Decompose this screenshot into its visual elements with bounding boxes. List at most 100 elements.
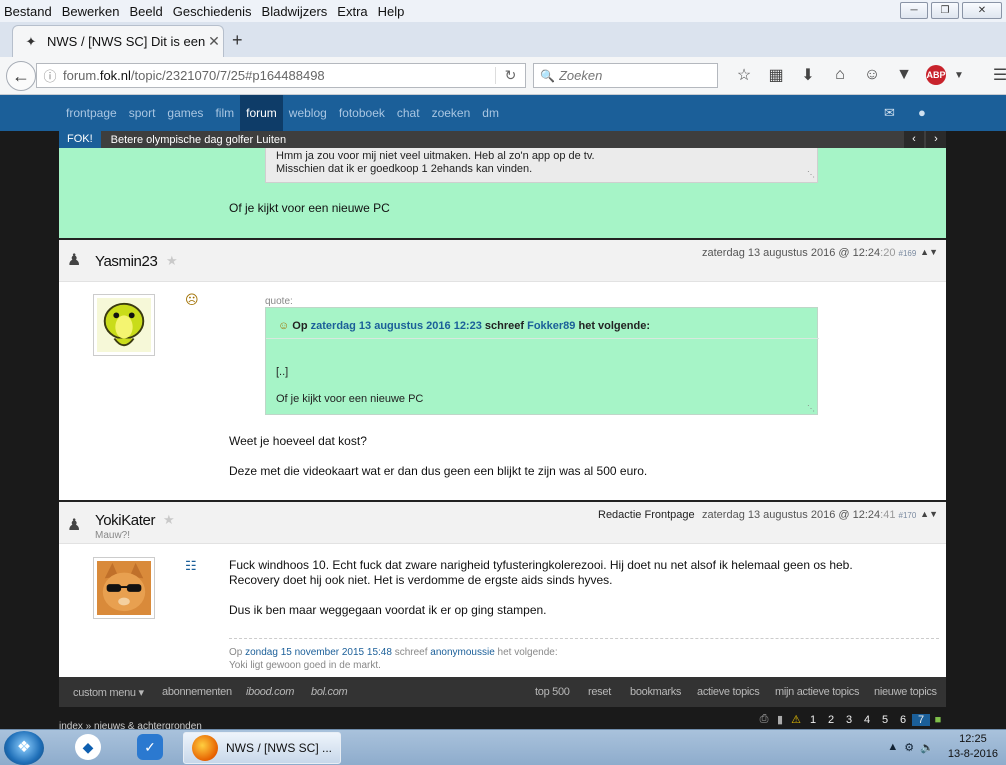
- post-text: Fuck windhoos 10. Echt fuck dat zware na…: [229, 558, 853, 572]
- nav-zoeken[interactable]: zoeken: [426, 95, 477, 131]
- browser-tab[interactable]: ✦ NWS / [NWS SC] Dit is een ... ✕: [12, 25, 224, 57]
- bookmark-icon[interactable]: ▮: [772, 713, 788, 726]
- page-4[interactable]: 4: [858, 714, 876, 726]
- footer-reset[interactable]: reset: [588, 686, 611, 698]
- updown-icon[interactable]: ▲▼: [920, 509, 938, 519]
- signature-user-link[interactable]: anonymoussie: [430, 647, 494, 658]
- quote-box: ☺ Op zaterdag 13 augustus 2016 12:23 sch…: [265, 307, 819, 415]
- menu-extra[interactable]: Extra: [337, 4, 367, 19]
- sync-app-taskbar-icon[interactable]: ✓: [122, 733, 178, 763]
- footer-ibood[interactable]: ibood.com: [246, 686, 294, 698]
- ticker-next-icon[interactable]: ›: [926, 131, 946, 148]
- reading-list-icon[interactable]: ▦: [760, 65, 792, 85]
- new-tab-button[interactable]: +: [232, 30, 243, 51]
- page-5[interactable]: 5: [876, 714, 894, 726]
- bookmark-star-icon[interactable]: ☆: [728, 65, 760, 85]
- menu-bestand[interactable]: Bestand: [4, 4, 52, 19]
- page-7-current[interactable]: 7: [912, 713, 930, 726]
- footer-mijn-actieve-topics[interactable]: mijn actieve topics: [775, 686, 859, 698]
- search-bar[interactable]: 🔍: [533, 63, 718, 88]
- home-icon[interactable]: ⌂: [824, 66, 856, 84]
- messages-icon[interactable]: ●: [918, 105, 926, 120]
- url-bar[interactable]: ⓘ forum.fok.nl/topic/2321070/7/25#p16448…: [36, 63, 526, 88]
- resize-handle-icon[interactable]: ⋱: [807, 404, 815, 413]
- adblock-icon[interactable]: ABP: [926, 65, 946, 85]
- close-window-button[interactable]: ✕: [962, 2, 1002, 19]
- mail-icon[interactable]: ✉: [884, 105, 895, 121]
- quote-user-link[interactable]: Fokker89: [527, 320, 575, 332]
- footer-top500[interactable]: top 500: [535, 686, 570, 698]
- next-page-icon[interactable]: ■: [930, 714, 946, 726]
- menu-bewerken[interactable]: Bewerken: [62, 4, 120, 19]
- star-icon[interactable]: ★: [163, 512, 175, 528]
- hamburger-menu-icon[interactable]: ☰: [984, 65, 1006, 85]
- user-offline-icon: ♟: [67, 517, 82, 534]
- page-6[interactable]: 6: [894, 714, 912, 726]
- start-button[interactable]: ❖: [4, 731, 44, 765]
- teamviewer-taskbar-icon[interactable]: ◆: [60, 733, 116, 763]
- page-3[interactable]: 3: [840, 714, 858, 726]
- nav-dm[interactable]: dm: [476, 95, 505, 131]
- resize-handle-icon[interactable]: ⋱: [807, 168, 815, 181]
- reload-icon[interactable]: ↻: [495, 67, 525, 84]
- menu-geschiedenis[interactable]: Geschiedenis: [173, 4, 252, 19]
- maximize-button[interactable]: ❐: [931, 2, 959, 19]
- clock[interactable]: 12:25 13-8-2016: [948, 732, 998, 762]
- quote-date-link[interactable]: zaterdag 13 augustus 2016 12:23: [311, 320, 482, 332]
- minimize-button[interactable]: ─: [900, 2, 928, 19]
- pocket-icon[interactable]: ▼: [888, 66, 920, 84]
- ticker-headline[interactable]: Betere olympische dag golfer Luiten: [111, 134, 287, 146]
- back-button[interactable]: ←: [6, 61, 36, 91]
- firefox-taskbar-button[interactable]: NWS / [NWS SC] ...: [183, 732, 341, 764]
- network-icon[interactable]: ⚙: [904, 741, 914, 754]
- dropdown-icon[interactable]: ▼: [952, 70, 966, 81]
- clock-date: 13-8-2016: [947, 748, 998, 760]
- info-icon[interactable]: ⓘ: [37, 66, 63, 85]
- footer-bookmarks[interactable]: bookmarks: [630, 686, 681, 698]
- username[interactable]: Yasmin23: [95, 253, 158, 270]
- star-icon[interactable]: ★: [166, 253, 178, 269]
- page-2[interactable]: 2: [822, 714, 840, 726]
- pagination: ⎙ ▮ ⚠ 1 2 3 4 5 6 7 ■: [756, 713, 946, 726]
- nav-sport[interactable]: sport: [123, 95, 162, 131]
- post-date[interactable]: zaterdag 13 augustus 2016 @ 12:24:41 #17…: [702, 509, 916, 521]
- download-icon[interactable]: ⬇: [792, 65, 824, 85]
- post-date[interactable]: zaterdag 13 augustus 2016 @ 12:24:20 #16…: [702, 247, 916, 259]
- nav-games[interactable]: games: [161, 95, 209, 131]
- quote-header: ☺ Op zaterdag 13 augustus 2016 12:23 sch…: [278, 320, 650, 332]
- footer-actieve-topics[interactable]: actieve topics: [697, 686, 760, 698]
- warning-icon[interactable]: ⚠: [788, 713, 804, 726]
- nav-fotoboek[interactable]: fotoboek: [333, 95, 391, 131]
- nav-film[interactable]: film: [209, 95, 240, 131]
- nav-frontpage[interactable]: frontpage: [60, 95, 123, 131]
- url-text[interactable]: forum.fok.nl/topic/2321070/7/25#p1644884…: [63, 68, 495, 83]
- footer-abonnementen[interactable]: abonnementen: [162, 686, 232, 698]
- updown-icon[interactable]: ▲▼: [920, 247, 938, 257]
- ticker-label: FOK!: [59, 131, 101, 148]
- footer-custom-menu[interactable]: custom menu ▾: [73, 686, 144, 699]
- footer-nieuwe-topics[interactable]: nieuwe topics: [874, 686, 937, 698]
- menu-beeld[interactable]: Beeld: [130, 4, 163, 19]
- signature-text: Yoki ligt gewoon goed in de markt.: [229, 660, 381, 671]
- ticker-prev-icon[interactable]: ‹: [904, 131, 924, 148]
- clock-time: 12:25: [959, 733, 987, 745]
- fok-favicon-icon: ✦: [25, 33, 37, 49]
- volume-icon[interactable]: 🔈: [920, 741, 934, 754]
- search-input[interactable]: [558, 68, 709, 83]
- nav-weblog[interactable]: weblog: [283, 95, 333, 131]
- username[interactable]: YokiKater: [95, 512, 155, 529]
- forum-content: Hmm ja zou voor mij niet veel uitmaken. …: [59, 131, 946, 677]
- signature-date-link[interactable]: zondag 15 november 2015 15:48: [245, 647, 392, 658]
- chat-icon[interactable]: ☺: [856, 66, 888, 84]
- nav-forum[interactable]: forum: [240, 95, 283, 131]
- avatar: [93, 557, 155, 619]
- print-icon[interactable]: ⎙: [756, 713, 772, 726]
- nav-chat[interactable]: chat: [391, 95, 426, 131]
- page-1[interactable]: 1: [804, 714, 822, 726]
- cobra-avatar-icon: [97, 298, 151, 352]
- close-icon[interactable]: ✕: [205, 33, 223, 50]
- footer-bol[interactable]: bol.com: [311, 686, 348, 698]
- menu-bladwijzers[interactable]: Bladwijzers: [262, 4, 328, 19]
- tray-expand-icon[interactable]: ▲: [887, 741, 898, 753]
- menu-help[interactable]: Help: [378, 4, 405, 19]
